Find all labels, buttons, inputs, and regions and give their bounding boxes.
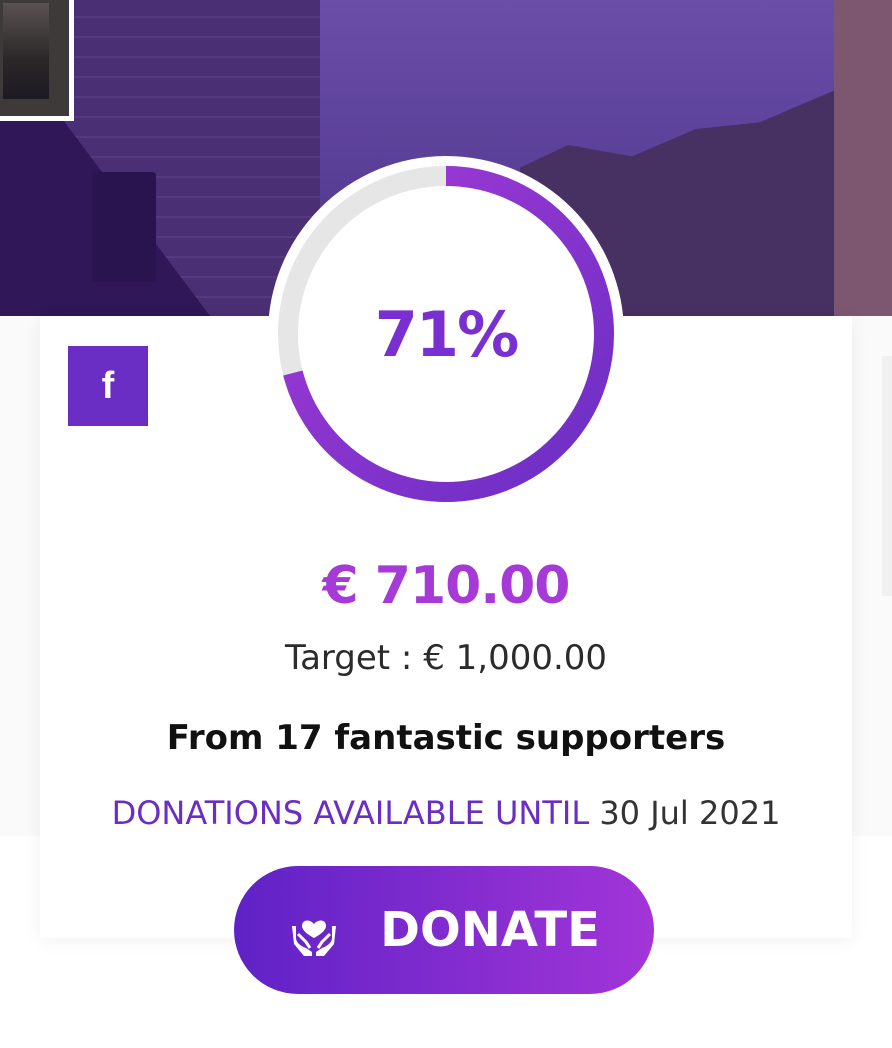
deadline-date: 30 Jul 2021 bbox=[599, 794, 781, 832]
hero-next-slide-edge[interactable] bbox=[834, 0, 892, 316]
facebook-icon: f bbox=[101, 364, 115, 407]
facebook-share-button[interactable]: f bbox=[68, 346, 148, 426]
target-amount: Target : € 1,000.00 bbox=[284, 638, 608, 678]
hands-heart-icon bbox=[288, 904, 340, 956]
amount-raised: € 710.00 bbox=[322, 556, 571, 616]
donate-button[interactable]: DONATE bbox=[234, 866, 654, 994]
progress-percent: 71% bbox=[374, 297, 519, 371]
owner-photo bbox=[3, 3, 49, 99]
deadline-line: DONATIONS AVAILABLE UNTIL 30 Jul 2021 bbox=[0, 794, 892, 832]
hero-door bbox=[92, 172, 156, 282]
supporters-count: From 17 fantastic supporters bbox=[166, 718, 726, 758]
campaign-owner-thumbnail[interactable] bbox=[0, 0, 74, 121]
deadline-label: DONATIONS AVAILABLE UNTIL bbox=[111, 794, 590, 832]
donate-label: DONATE bbox=[380, 902, 600, 958]
progress-ring: 71% bbox=[268, 156, 624, 512]
